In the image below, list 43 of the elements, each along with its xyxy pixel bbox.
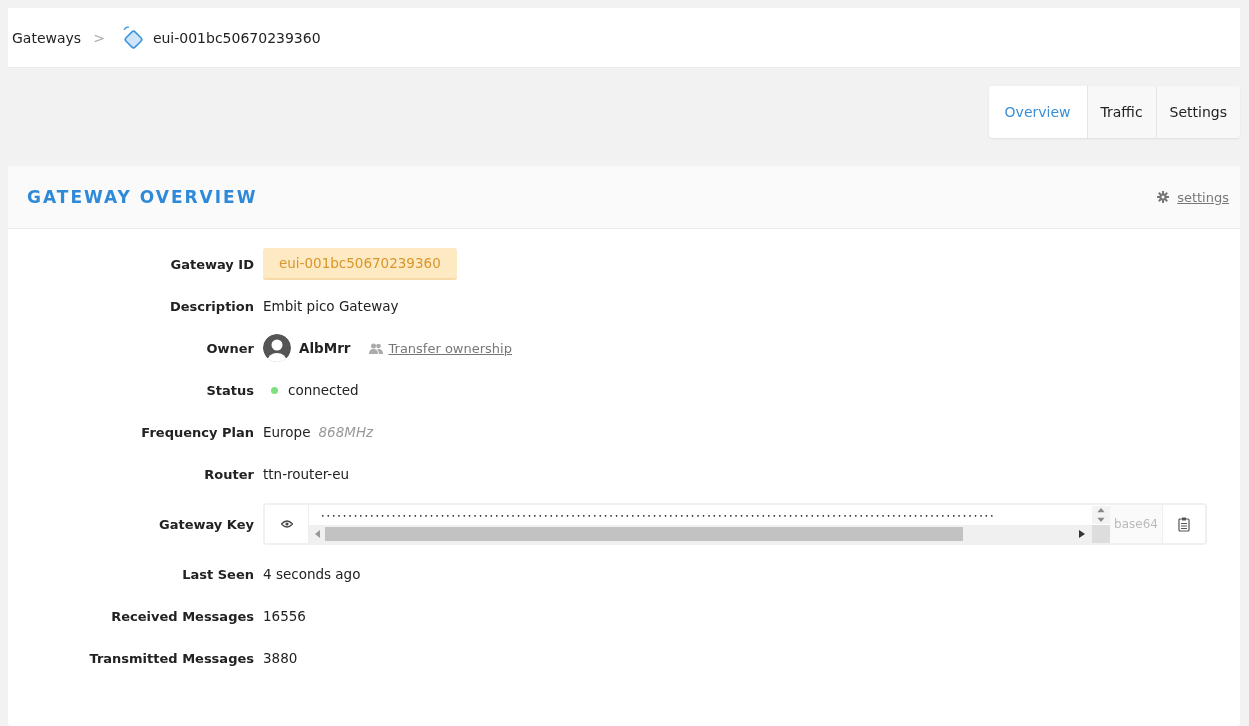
people-icon: [368, 342, 383, 354]
settings-icon: [1157, 191, 1170, 203]
field-value: 3880: [263, 650, 298, 666]
breadcrumb-separator: >: [93, 29, 105, 46]
card-title: GATEWAY OVERVIEW: [27, 187, 258, 207]
tab[interactable]: Overview: [988, 86, 1088, 138]
scrollbar-corner: [1092, 525, 1110, 543]
field-label: Description: [168, 298, 255, 314]
field-value: ttn-router-eu: [263, 466, 350, 482]
owner-name: AlbMrr: [299, 340, 351, 356]
avatar-icon: [263, 334, 291, 362]
field-label: Gateway ID: [169, 256, 255, 272]
gateway-icon: [120, 24, 145, 51]
breadcrumb-current: eui-001bc50670239360: [152, 29, 321, 46]
scrollbar-thumb[interactable]: [325, 527, 963, 541]
gateway-id-value: eui-001bc50670239360: [263, 248, 457, 280]
field-value: 16556: [263, 608, 306, 624]
breadcrumb-link[interactable]: Gateways: [12, 29, 82, 46]
tab[interactable]: Traffic: [1087, 86, 1157, 138]
clipboard-icon: [1178, 516, 1190, 532]
field-label: Status: [205, 382, 255, 398]
tab[interactable]: Settings: [1156, 86, 1240, 138]
field-value: 4 seconds ago: [263, 566, 361, 582]
field-value: Europe: [263, 424, 311, 440]
spinner-arrows-icon[interactable]: [1092, 506, 1110, 524]
field-label: Transmitted Messages: [88, 650, 255, 666]
field-label: Owner: [205, 340, 255, 356]
horizontal-scrollbar[interactable]: [309, 525, 1110, 543]
field-label: Gateway Key: [158, 516, 255, 532]
scroll-right-icon[interactable]: [1079, 530, 1085, 538]
frequency-note: 868MHz: [318, 424, 374, 440]
field-label: Router: [203, 466, 255, 482]
transfer-ownership-link[interactable]: Transfer ownership: [388, 340, 512, 356]
status-text: connected: [288, 382, 359, 398]
scroll-left-icon[interactable]: [315, 530, 321, 538]
eye-icon: [280, 520, 293, 528]
field-value: Embit pico Gateway: [263, 298, 399, 314]
field-label: Last Seen: [181, 566, 255, 582]
format-label: base64: [1110, 505, 1163, 543]
field-label: Received Messages: [110, 608, 255, 624]
show-key-button[interactable]: [265, 505, 309, 543]
field-label: Frequency Plan: [140, 424, 255, 440]
settings-link[interactable]: settings: [1177, 189, 1229, 205]
